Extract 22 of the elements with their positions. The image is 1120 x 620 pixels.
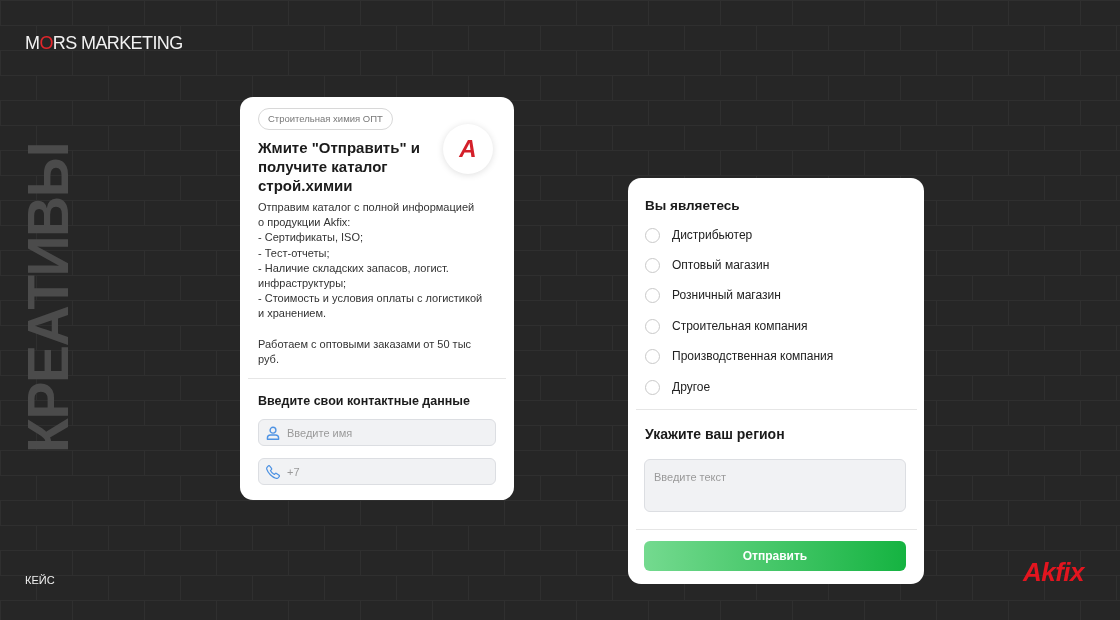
question-heading: Вы являетесь	[644, 197, 741, 214]
case-label: КЕЙС	[25, 574, 55, 586]
section-heading: Укажите ваш регион	[644, 425, 786, 444]
option-label: Розничный магазин	[672, 288, 781, 304]
option-label: Другое	[672, 379, 711, 395]
form-title: Жмите "Отправить" и получите каталог строй.химии	[258, 138, 421, 195]
name-field[interactable]: Введите имя	[258, 419, 496, 447]
option-label: Производственная компания	[672, 349, 834, 365]
description-text: Отправим каталог с полной информацией о продукции Akfix: - Сертификаты, ISO; - Тест-отчеты; - Наличие складских запасов, логист. инфраструктуры; - Стоимость и условия оплаты с логистикой и хранением.	[258, 200, 484, 322]
phone-field[interactable]: +7	[258, 458, 496, 486]
option-label: Оптовый магазин	[672, 258, 770, 274]
brand-logo: A	[443, 124, 493, 174]
section-heading: Введите свои контактные данные	[258, 393, 471, 410]
option-label: Строительная компания	[672, 318, 808, 334]
option-label: Дистрибьютер	[672, 227, 753, 243]
person-icon	[266, 425, 280, 440]
client-logo: Akfix	[1022, 557, 1084, 587]
region-field[interactable]: Введите текст	[644, 459, 906, 513]
note-text: Работаем с оптовыми заказами от 50 тыс руб.	[258, 336, 473, 367]
phone-icon	[266, 464, 280, 479]
agency-logo: MORS MARKETING	[25, 33, 183, 53]
submit-button[interactable]: Отправить	[644, 541, 906, 572]
